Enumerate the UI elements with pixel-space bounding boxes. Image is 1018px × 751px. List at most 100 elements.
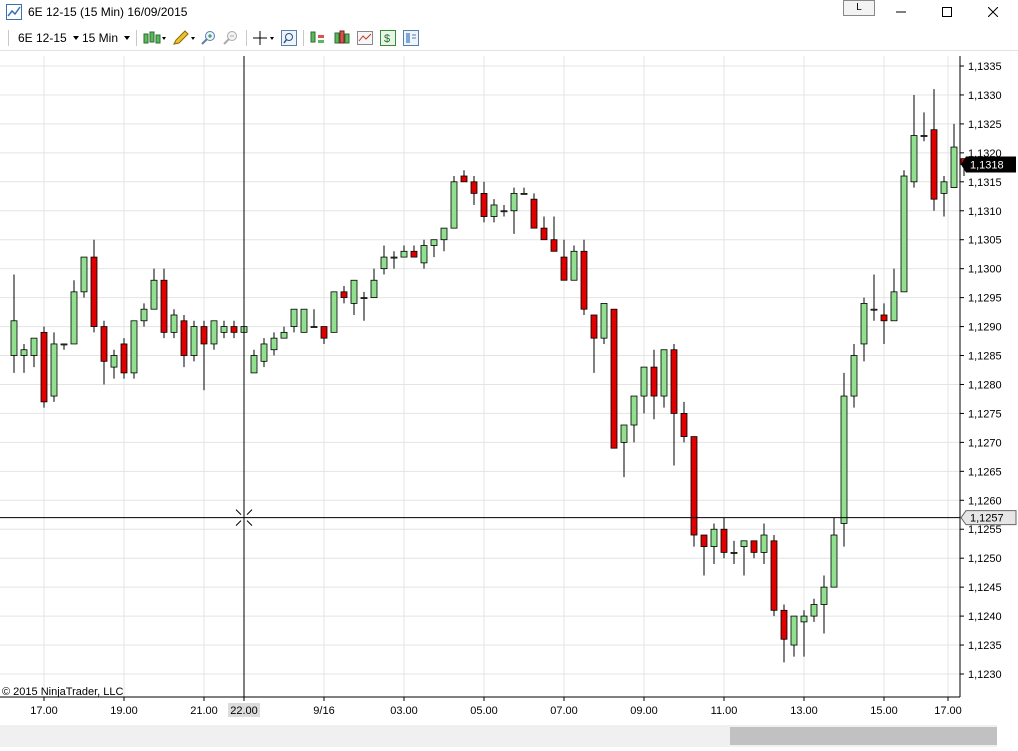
y-tick-label: 1,1250 <box>968 553 1002 565</box>
chart-toolbar: 6E 12-15 15 Min $ <box>0 26 1018 51</box>
candle-body <box>570 250 578 281</box>
candle-body <box>790 615 798 646</box>
candle-body <box>680 413 688 437</box>
candle-body <box>230 326 238 333</box>
candle-body <box>710 528 718 548</box>
y-tick-label: 1,1335 <box>968 61 1002 73</box>
interval-selector[interactable]: 15 Min <box>82 30 133 46</box>
chart-trader-button[interactable] <box>357 30 373 46</box>
properties-button[interactable] <box>403 30 419 46</box>
candle-body <box>440 227 448 241</box>
orders-button[interactable]: $ <box>380 30 396 46</box>
time-axis: 17.00 19.00 21.00 22.00 9/16 03.00 05.00 07.00 0… <box>0 696 962 717</box>
candle <box>360 291 368 321</box>
candlestick-series <box>10 89 968 663</box>
candle-body <box>690 436 698 536</box>
candle <box>950 123 958 188</box>
candle-body <box>410 250 418 258</box>
candle <box>290 308 298 333</box>
candle <box>810 598 818 622</box>
candle-body <box>490 204 498 217</box>
crosshair-price-label: 1,1257 <box>970 513 1004 525</box>
candle <box>840 372 848 547</box>
y-tick-label: 1,1300 <box>968 264 1002 276</box>
chart-app-icon <box>6 4 22 20</box>
y-tick-label: 1,1270 <box>968 437 1002 449</box>
candle <box>170 309 178 339</box>
candle-body <box>190 326 198 356</box>
candle-body <box>770 540 778 611</box>
candle-body <box>500 210 508 213</box>
candle <box>480 181 488 223</box>
candle-body <box>650 366 658 397</box>
candle-body <box>360 297 368 300</box>
candle-body <box>110 355 118 368</box>
candle <box>790 615 798 657</box>
candle <box>410 245 418 258</box>
crosshair-button[interactable] <box>252 30 276 46</box>
candle-body <box>470 181 478 194</box>
x-tick-label: 17.00 <box>934 705 962 717</box>
candle-body <box>510 192 518 212</box>
candle <box>80 256 88 298</box>
indicators-button[interactable] <box>310 30 326 46</box>
last-price-label: 1,1318 <box>970 159 1004 171</box>
x-tick-label: 03.00 <box>390 705 418 717</box>
candle-body <box>30 337 38 356</box>
y-tick-label: 1,1260 <box>968 495 1002 507</box>
zoom-out-button[interactable] <box>222 30 240 46</box>
chart-style-button[interactable] <box>142 30 166 46</box>
minimize-icon <box>896 11 906 13</box>
candle-body <box>370 279 378 299</box>
candle <box>100 320 108 385</box>
candle-body <box>820 586 828 605</box>
candle-body <box>40 331 48 403</box>
candle <box>270 332 278 356</box>
candle-body <box>130 320 138 374</box>
candle-body <box>290 308 298 327</box>
close-button[interactable] <box>970 0 1016 24</box>
y-tick-label: 1,1290 <box>968 322 1002 334</box>
maximize-button[interactable] <box>924 0 970 24</box>
candle-body <box>830 534 838 588</box>
minimize-button[interactable] <box>878 0 924 24</box>
candle <box>450 176 458 229</box>
candle <box>770 535 778 617</box>
candle <box>550 216 558 252</box>
candle <box>420 239 428 269</box>
candle <box>630 395 638 443</box>
y-tick-label: 1,1305 <box>968 235 1002 247</box>
toolbar-separator <box>136 30 137 46</box>
candle <box>380 245 388 275</box>
candle <box>30 337 38 368</box>
link-button[interactable]: L <box>843 0 875 16</box>
candle-body <box>210 320 218 345</box>
candlestick-style-icon <box>143 31 166 44</box>
candle-body <box>390 256 398 259</box>
candle <box>590 314 598 373</box>
candle <box>880 303 888 344</box>
data-box-button[interactable] <box>281 30 297 46</box>
y-tick-label: 1,1325 <box>968 119 1002 131</box>
candle-body <box>10 320 18 356</box>
candle <box>580 239 588 315</box>
scrollbar-thumb[interactable] <box>730 727 997 745</box>
instrument-selector[interactable]: 6E 12-15 <box>18 30 82 46</box>
price-chart[interactable]: 1,13351,13301,13251,13201,13151,13101,13… <box>0 56 1018 751</box>
pencil-icon <box>173 30 195 45</box>
strategies-button[interactable] <box>334 30 350 46</box>
candle <box>560 239 568 281</box>
candle-body <box>100 326 108 362</box>
candle-body <box>330 291 338 333</box>
zoom-in-button[interactable] <box>200 30 218 46</box>
magnifier-icon <box>281 30 297 46</box>
cursor-arm <box>246 520 253 527</box>
candle <box>90 239 98 333</box>
instrument-label: 6E 12-15 <box>18 31 67 45</box>
candle-body <box>400 250 408 258</box>
drawing-tools-button[interactable] <box>172 30 196 46</box>
x-tick-label: 9/16 <box>313 705 334 717</box>
candle <box>830 517 838 588</box>
candle <box>730 540 738 564</box>
x-tick-label: 15.00 <box>870 705 898 717</box>
